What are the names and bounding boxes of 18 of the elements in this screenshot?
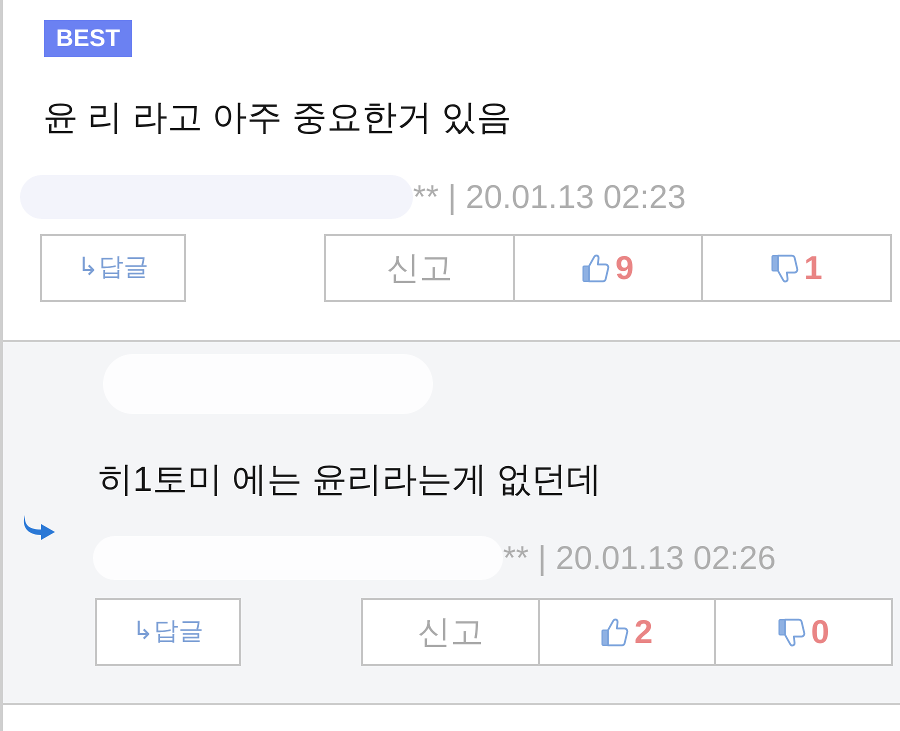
comment-text: 윤 리 라고 아주 중요한거 있음 — [43, 98, 513, 138]
report-button[interactable]: 신고 — [326, 236, 513, 300]
thumbs-down-icon — [770, 252, 799, 284]
dislike-button[interactable]: 0 — [714, 600, 891, 664]
reply-button[interactable]: ↳답글 — [40, 234, 186, 302]
comment-text: 히1토미 에는 윤리라는게 없던데 — [98, 460, 603, 500]
thumbs-down-icon — [778, 616, 806, 648]
reply-button[interactable]: ↳답글 — [95, 598, 241, 666]
best-badge: BEST — [44, 20, 132, 57]
thumbs-up-icon — [601, 616, 630, 648]
reply-arrow-icon — [22, 514, 56, 540]
thumbs-up-icon — [582, 252, 610, 284]
like-button[interactable]: 9 — [512, 236, 702, 300]
comment-meta: ** | 20.01.13 02:23 — [413, 178, 686, 216]
like-button[interactable]: 2 — [538, 600, 714, 664]
dislike-button[interactable]: 1 — [701, 236, 890, 300]
comment-meta: ** | 20.01.13 02:26 — [503, 539, 776, 577]
report-button[interactable]: 신고 — [363, 600, 538, 664]
